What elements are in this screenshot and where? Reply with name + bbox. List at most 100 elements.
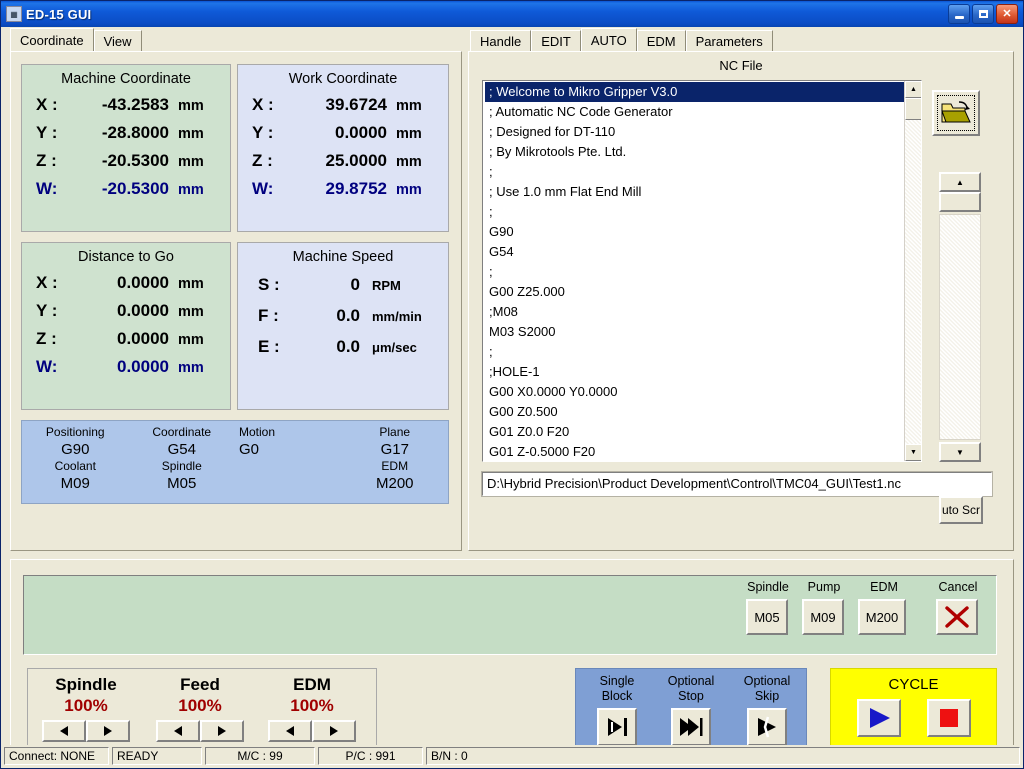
modal-state-positioning-label: Positioning bbox=[45, 425, 105, 439]
right-tabstrip: Handle EDIT AUTO EDM Parameters bbox=[470, 28, 773, 52]
machine-coord-unit-y: mm bbox=[178, 126, 204, 142]
nc-line[interactable]: ;HOLE-1 bbox=[485, 362, 904, 382]
speed-label-f: F : bbox=[258, 306, 279, 325]
nc-line[interactable]: ; Designed for DT-110 bbox=[485, 122, 904, 142]
nc-line[interactable]: G01 Z-0.5000 F20 bbox=[485, 442, 904, 461]
output-spindle-button[interactable]: M05 bbox=[746, 599, 788, 635]
output-edm-label: EDM bbox=[870, 580, 898, 594]
nc-side-scrollbar[interactable]: ▲ ▼ bbox=[939, 172, 981, 462]
tab-view[interactable]: View bbox=[93, 30, 142, 52]
scrollbar-track[interactable] bbox=[905, 98, 921, 444]
nc-line[interactable]: G54 bbox=[485, 242, 904, 262]
nc-line[interactable]: ; By Mikrotools Pte. Ltd. bbox=[485, 142, 904, 162]
nc-file-scrollbar[interactable]: ▲ ▼ bbox=[904, 81, 921, 461]
modal-state-plane: Plane G17 bbox=[342, 425, 449, 459]
dtg-value-y: 0.0000 bbox=[117, 301, 169, 320]
tab-coordinate[interactable]: Coordinate bbox=[10, 28, 94, 52]
optional-skip-control: Optional Skip bbox=[732, 674, 802, 746]
work-coordinate-title: Work Coordinate bbox=[288, 71, 398, 87]
nc-line[interactable]: ; bbox=[485, 202, 904, 222]
override-edm: EDM 100% bbox=[260, 675, 364, 742]
tab-handle[interactable]: Handle bbox=[470, 30, 532, 52]
override-edm-decrease[interactable] bbox=[268, 720, 312, 742]
nc-line[interactable]: ;M08 bbox=[485, 302, 904, 322]
override-edm-increase[interactable] bbox=[312, 720, 356, 742]
cycle-start-button[interactable] bbox=[856, 699, 901, 737]
side-scroll-down-icon[interactable]: ▼ bbox=[939, 442, 981, 462]
maximize-button[interactable] bbox=[972, 4, 994, 24]
nc-line[interactable]: ; Welcome to Mikro Gripper V3.0 bbox=[485, 82, 904, 102]
side-scrollbar-track[interactable] bbox=[939, 214, 981, 440]
nc-line[interactable]: ; Use 1.0 mm Flat End Mill bbox=[485, 182, 904, 202]
axis-label-y: Y : bbox=[36, 123, 58, 142]
machine-speed-title: Machine Speed bbox=[292, 249, 394, 265]
nc-line[interactable]: G00 Z25.000 bbox=[485, 282, 904, 302]
close-button[interactable]: ✕ bbox=[996, 4, 1018, 24]
override-spindle-increase[interactable] bbox=[86, 720, 130, 742]
modal-state-spindle: Spindle M05 bbox=[129, 459, 236, 493]
cycle-stop-button[interactable] bbox=[926, 699, 971, 737]
block-control-group: Single Block Optional Stop Optional Skip bbox=[575, 668, 807, 756]
dtg-row-y: Y : 0.0000 mm bbox=[22, 301, 230, 321]
axis-label-z: Z : bbox=[252, 151, 273, 170]
dtg-row-w: W: 0.0000 mm bbox=[22, 357, 230, 377]
axis-label-w: W: bbox=[36, 179, 58, 198]
output-edm-button[interactable]: M200 bbox=[858, 599, 906, 635]
nc-line[interactable]: G00 X0.0000 Y0.0000 bbox=[485, 382, 904, 402]
cancel-button[interactable] bbox=[936, 599, 978, 635]
override-spindle-decrease[interactable] bbox=[42, 720, 86, 742]
optional-stop-button[interactable] bbox=[671, 708, 711, 746]
nc-line[interactable]: G90 bbox=[485, 222, 904, 242]
single-block-icon bbox=[608, 718, 627, 736]
nc-line[interactable]: G00 Z0.500 bbox=[485, 402, 904, 422]
minimize-button[interactable] bbox=[948, 4, 970, 24]
single-block-button[interactable] bbox=[597, 708, 637, 746]
nc-line[interactable]: M03 S2000 bbox=[485, 322, 904, 342]
tab-coordinate-label: Coordinate bbox=[20, 33, 84, 48]
machine-coord-value-z: -20.5300 bbox=[101, 151, 169, 170]
nc-file-listbox[interactable]: ; Welcome to Mikro Gripper V3.0 ; Automa… bbox=[482, 80, 922, 462]
optional-skip-icon bbox=[758, 716, 776, 738]
machine-coordinate-box: Machine Coordinate X : -43.2583 mm Y : -… bbox=[21, 64, 231, 232]
speed-unit-f: mm/min bbox=[372, 309, 422, 324]
nc-line[interactable]: ; bbox=[485, 162, 904, 182]
tab-parameters[interactable]: Parameters bbox=[685, 30, 773, 52]
modal-state-motion-value: G0 bbox=[239, 441, 260, 458]
optional-skip-button[interactable] bbox=[747, 708, 787, 746]
scroll-down-icon[interactable]: ▼ bbox=[905, 444, 921, 461]
machine-coord-unit-x: mm bbox=[178, 98, 204, 114]
nc-file-path[interactable]: D:\Hybrid Precision\Product Development\… bbox=[481, 471, 993, 497]
output-spindle-label: Spindle bbox=[747, 580, 789, 594]
modal-state-positioning: Positioning G90 bbox=[22, 425, 129, 459]
output-cancel-label: Cancel bbox=[938, 580, 978, 594]
override-feed-increase[interactable] bbox=[200, 720, 244, 742]
optional-stop-label-2: Stop bbox=[678, 689, 704, 703]
nc-file-lines: ; Welcome to Mikro Gripper V3.0 ; Automa… bbox=[483, 81, 904, 461]
scrollbar-thumb[interactable] bbox=[905, 98, 921, 120]
tab-auto[interactable]: AUTO bbox=[580, 28, 637, 52]
work-coord-unit-w: mm bbox=[396, 182, 422, 198]
side-scroll-up-icon[interactable]: ▲ bbox=[939, 172, 981, 192]
machine-speed-box: Machine Speed S : 0 RPM F : 0.0 mm/min E… bbox=[237, 242, 449, 410]
work-coord-row-z: Z : 25.0000 mm bbox=[238, 151, 448, 171]
modal-state-plane-value: G17 bbox=[380, 441, 409, 458]
tab-edm[interactable]: EDM bbox=[636, 30, 686, 52]
output-pump-button[interactable]: M09 bbox=[802, 599, 844, 635]
modal-state-blank bbox=[235, 459, 342, 493]
side-scroll-thumb[interactable] bbox=[939, 192, 981, 212]
nc-line[interactable]: ; bbox=[485, 342, 904, 362]
scroll-up-icon[interactable]: ▲ bbox=[905, 81, 921, 98]
nc-line[interactable]: G01 Z0.0 F20 bbox=[485, 422, 904, 442]
nc-line[interactable]: ; bbox=[485, 262, 904, 282]
override-spindle-label: Spindle bbox=[55, 675, 117, 694]
axis-label-w: W: bbox=[252, 179, 274, 198]
override-feed-decrease[interactable] bbox=[156, 720, 200, 742]
axis-label-x: X : bbox=[36, 95, 58, 114]
window-title: ED-15 GUI bbox=[26, 6, 92, 22]
optional-stop-icon bbox=[680, 718, 703, 736]
nc-line[interactable]: ; Automatic NC Code Generator bbox=[485, 102, 904, 122]
tab-edit[interactable]: EDIT bbox=[531, 30, 581, 52]
right-arrow-icon bbox=[330, 726, 338, 736]
auto-scroll-button[interactable]: uto Scr bbox=[939, 496, 983, 524]
open-file-button[interactable] bbox=[932, 90, 980, 136]
